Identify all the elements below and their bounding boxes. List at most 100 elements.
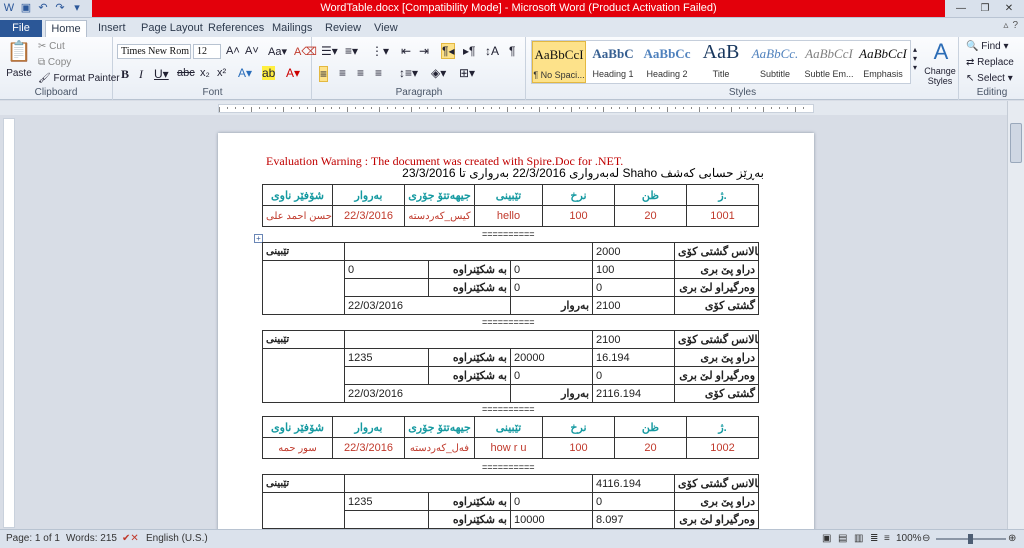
show-marks-icon[interactable]: ¶ (509, 44, 515, 58)
tab-file[interactable]: File (0, 20, 42, 37)
tab-mailings[interactable]: Mailings (272, 20, 312, 37)
tab-review[interactable]: Review (325, 20, 361, 37)
line-spacing-icon[interactable]: ↕≡▾ (399, 66, 418, 80)
style-heading-2[interactable]: AaBbCc Heading 2 (640, 41, 694, 83)
tab-references[interactable]: References (208, 20, 264, 37)
ruler-tick (219, 107, 220, 112)
font-name-dropdown[interactable]: Times New Rom (117, 44, 191, 59)
paste-button[interactable]: Paste (4, 68, 34, 79)
format-painter-button[interactable]: 🖌 Format Painter (38, 73, 120, 84)
customize-qat-icon[interactable]: ▾ (70, 1, 84, 15)
change-styles-button[interactable]: Change Styles (920, 66, 960, 86)
copy-button[interactable]: ⧉ Copy (38, 57, 71, 68)
subscript-icon[interactable]: x₂ (200, 67, 210, 79)
grow-font-icon[interactable]: A˄ (226, 45, 240, 57)
ruler-tick (555, 107, 556, 109)
styles-gallery: AaBbCcI ¶ No Spaci... AaBbC Heading 1 AaBb… (531, 40, 911, 84)
font-color-icon[interactable]: A▾ (286, 66, 300, 80)
scrollbar-thumb[interactable] (1010, 123, 1022, 163)
total-value: 2000 (592, 242, 676, 261)
change-styles-icon[interactable]: A (924, 39, 958, 65)
full-screen-icon[interactable]: ▤ (838, 533, 847, 544)
highlight-icon[interactable]: ab (262, 66, 276, 80)
binoculars-icon: 🔍 (966, 41, 979, 52)
word-app-icon[interactable]: W (2, 1, 16, 15)
replace-button[interactable]: ⇄ Replace (966, 57, 1014, 68)
select-button[interactable]: ↖ Select ▾ (966, 73, 1013, 84)
style-emphasis[interactable]: AaBbCcI Emphasis (856, 41, 910, 83)
ruler-tick (411, 107, 412, 112)
ruler-tick (435, 107, 436, 109)
decrease-indent-icon[interactable]: ⇤ (401, 44, 411, 58)
print-layout-icon[interactable]: ▣ (822, 533, 831, 544)
align-left-icon[interactable]: ≡ (319, 66, 329, 82)
sort-icon[interactable]: ↕A (485, 44, 499, 58)
shrink-font-icon[interactable]: A˅ (245, 45, 259, 57)
horizontal-ruler[interactable] (0, 101, 1024, 115)
redo-icon[interactable]: ↷ (53, 1, 67, 15)
zoom-in-icon[interactable]: ⊕ (1008, 533, 1016, 544)
bullets-icon[interactable]: ☰▾ (321, 44, 338, 58)
report-header-line: بەڕێز حسابی کەشف Shaho لەبەرواری 22/3/20… (402, 166, 764, 180)
align-right-icon[interactable]: ≡ (357, 66, 364, 80)
tab-page-layout[interactable]: Page Layout (141, 20, 203, 37)
styles-scroll-icon[interactable]: ▴ ▾ ▾ (913, 45, 917, 72)
language[interactable]: English (U.S.) (146, 533, 208, 544)
bold-icon[interactable]: B (121, 67, 129, 82)
shading-icon[interactable]: ◈▾ (431, 66, 446, 80)
ruler-tick (643, 107, 644, 109)
ruler-tick (451, 107, 452, 109)
superscript-icon[interactable]: x² (217, 67, 226, 79)
ltr-direction-icon[interactable]: ▸¶ (463, 44, 475, 58)
draft-icon[interactable]: ≡ (884, 533, 890, 544)
rtl-direction-icon[interactable]: ¶◂ (441, 43, 456, 59)
multilevel-list-icon[interactable]: ⋮▾ (371, 44, 389, 58)
style-subtitle[interactable]: AaBbCc. Subtitle (748, 41, 802, 83)
balance-label: بالانس گشتی کۆی (674, 242, 760, 261)
italic-icon[interactable]: I (139, 67, 143, 82)
strikethrough-icon[interactable]: abc (177, 67, 195, 79)
maximize-icon[interactable]: ❐ (974, 1, 996, 16)
justify-icon[interactable]: ≡ (375, 66, 382, 80)
zoom-out-icon[interactable]: ⊖ (922, 533, 930, 544)
document-page[interactable]: Evaluation Warning : The document was cr… (218, 133, 814, 533)
change-case-icon[interactable]: Aa▾ (268, 45, 287, 58)
text-effects-icon[interactable]: A▾ (238, 66, 252, 80)
ruler-tick (563, 107, 564, 109)
style-no-spacing[interactable]: AaBbCcI ¶ No Spaci... (532, 41, 586, 83)
web-layout-icon[interactable]: ▥ (854, 533, 863, 544)
ruler-tick (267, 107, 268, 109)
tab-home[interactable]: Home (45, 20, 87, 37)
underline-icon[interactable]: U▾ (154, 67, 169, 81)
style-subtle-emphasis[interactable]: AaBbCcI Subtle Em... (802, 41, 856, 83)
ribbon-minimize-icon[interactable]: ▵ (1003, 20, 1008, 31)
vertical-ruler[interactable] (3, 118, 15, 528)
page-count[interactable]: Page: 1 of 1 (6, 533, 60, 544)
numbering-icon[interactable]: ≡▾ (345, 44, 358, 58)
borders-icon[interactable]: ⊞▾ (459, 66, 475, 80)
font-size-dropdown[interactable]: 12 (193, 44, 221, 59)
zoom-slider-thumb[interactable] (968, 534, 973, 544)
minimize-icon[interactable]: — (950, 1, 972, 16)
close-icon[interactable]: ✕ (998, 1, 1020, 16)
paste-icon[interactable]: 📋 (4, 39, 34, 69)
style-title[interactable]: AaB Title (694, 41, 748, 83)
undo-icon[interactable]: ↶ (36, 1, 50, 15)
brush-icon: 🖌 (38, 73, 54, 84)
cut-button[interactable]: ✂ Cut (38, 41, 65, 52)
style-heading-1[interactable]: AaBbC Heading 1 (586, 41, 640, 83)
increase-indent-icon[interactable]: ⇥ (419, 44, 429, 58)
vertical-scrollbar[interactable] (1007, 101, 1024, 529)
ruler-bar (218, 104, 814, 113)
zoom-level[interactable]: 100% (896, 533, 922, 544)
word-count[interactable]: Words: 215 (66, 533, 117, 544)
proofing-icon[interactable]: ✔✕ (122, 533, 139, 544)
tab-insert[interactable]: Insert (98, 20, 126, 37)
tab-view[interactable]: View (374, 20, 398, 37)
help-icon[interactable]: ? (1012, 20, 1018, 31)
align-center-icon[interactable]: ≡ (339, 66, 346, 80)
outline-icon[interactable]: ≣ (870, 533, 878, 544)
ruler-tick (379, 107, 380, 112)
find-button[interactable]: 🔍 Find ▾ (966, 41, 1009, 52)
save-icon[interactable]: ▣ (19, 1, 33, 15)
